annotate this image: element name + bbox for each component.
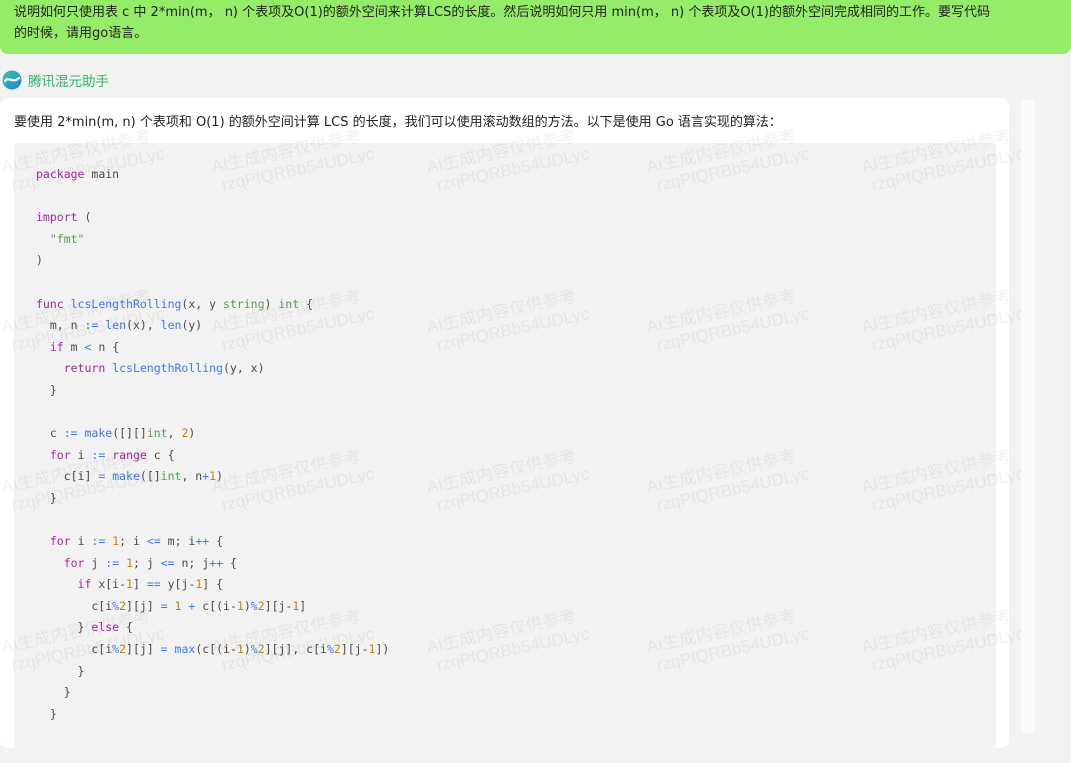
assistant-answer-card: 要使用 2*min(m, n) 个表项和 O(1) 的额外空间计算 LCS 的长… xyxy=(0,98,1009,763)
code-line: } xyxy=(36,490,57,505)
code-line: m, n := len(x), len(y) xyxy=(36,318,203,333)
code-block[interactable]: package main ​ import ( "fmt") ​ func lcsLen… xyxy=(14,143,996,763)
user-message-line: 说明如何只使用表 c 中 2*min(m， n) 个表项及O(1)的额外空间来计… xyxy=(14,5,990,20)
code-line: for j := 1; j <= n; j++ { xyxy=(63,555,237,570)
user-message-bubble: 说明如何只使用表 c 中 2*min(m， n) 个表项及O(1)的额外空间来计… xyxy=(0,0,1071,54)
code-line: } else { xyxy=(36,620,133,635)
code-line: ​ xyxy=(36,272,389,294)
code-line: for i := 1; i <= m; i++ { xyxy=(49,534,224,549)
code-line: ​ xyxy=(36,186,389,208)
code-content: package main ​ import ( "fmt") ​ func lcsLen… xyxy=(36,164,389,725)
answer-intro: 要使用 2*min(m, n) 个表项和 O(1) 的额外空间计算 LCS 的长… xyxy=(14,115,782,130)
code-line: c := make([][]int, 2) xyxy=(36,426,196,441)
code-line: if x[i-1] == y[j-1] { xyxy=(77,577,224,592)
code-line: } xyxy=(36,706,57,721)
assistant-header: 腾讯混元助手 xyxy=(2,69,109,91)
code-line: ) xyxy=(36,253,43,268)
hunyuan-logo-icon xyxy=(2,70,22,90)
code-line: } xyxy=(36,382,57,397)
code-line: import ( xyxy=(36,210,92,225)
assistant-name: 腾讯混元助手 xyxy=(28,74,109,90)
user-message-line: 的时候，请用go语言。 xyxy=(14,26,148,41)
code-line: ​ xyxy=(36,510,389,532)
code-line: "fmt" xyxy=(49,231,85,246)
code-line: package main xyxy=(36,167,120,181)
code-line: c[i] = make([]int, n+1) xyxy=(36,469,224,484)
code-line: for i := range c { xyxy=(49,447,175,462)
code-line: ​ xyxy=(36,402,389,424)
code-line: func lcsLengthRolling(x, y string) int { xyxy=(36,296,314,311)
code-line: if m < n { xyxy=(49,339,120,354)
code-line: c[i%2][j] = 1 + c[(i-1)%2][j-1] xyxy=(36,598,307,613)
code-line: } xyxy=(36,663,85,678)
scrollbar-thumb[interactable] xyxy=(1021,100,1035,733)
code-line: c[i%2][j] = max(c[(i-1)%2][j], c[i%2][j-… xyxy=(36,642,390,657)
code-line: return lcsLengthRolling(y, x) xyxy=(63,361,265,376)
code-line: } xyxy=(36,685,71,700)
